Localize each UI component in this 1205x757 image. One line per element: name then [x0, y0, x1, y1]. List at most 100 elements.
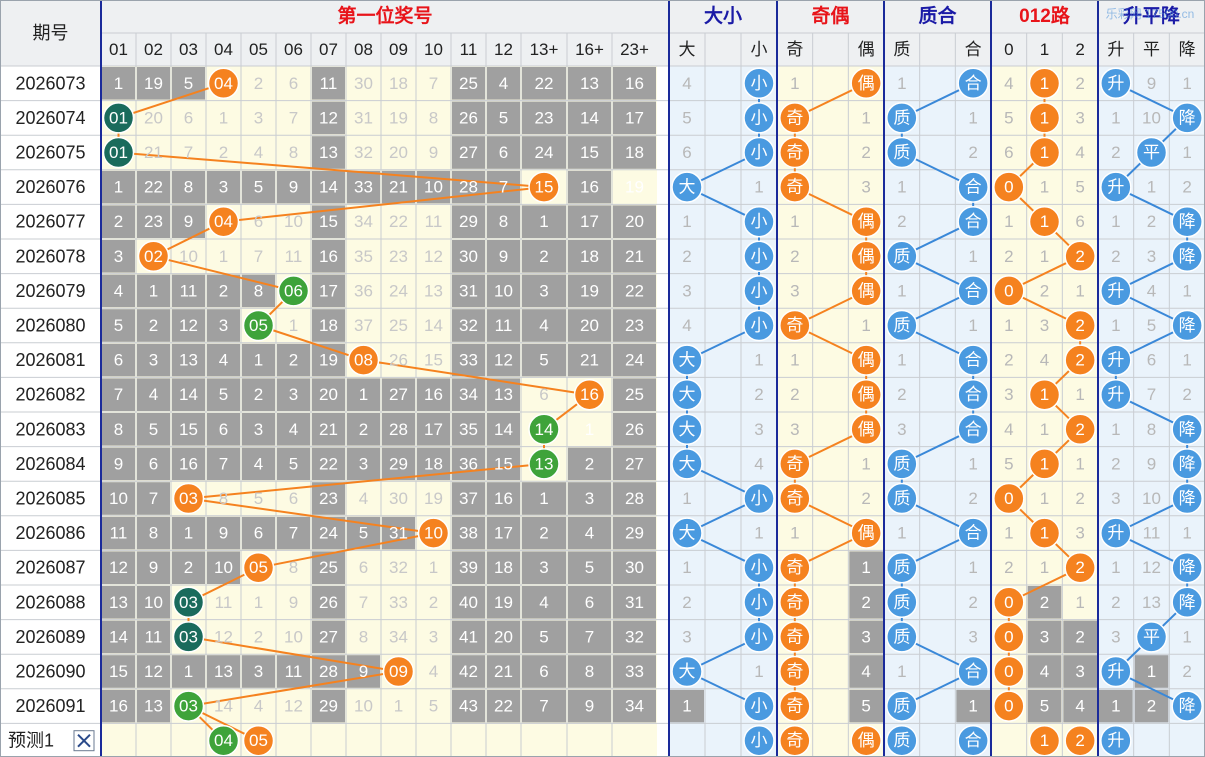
ball-label: 1 — [1040, 731, 1049, 750]
mod-miss-value: 3 — [1075, 524, 1084, 543]
miss-value: 6 — [254, 524, 263, 543]
ball-label: 大 — [679, 662, 696, 681]
miss-value: 5 — [114, 316, 123, 335]
trend-ball: 降 — [1171, 551, 1203, 584]
trend-ball: 升 — [1100, 344, 1132, 376]
mod-miss-value: 2 — [1075, 74, 1084, 93]
miss-value: 23 — [144, 212, 163, 231]
miss-value: 10 — [179, 247, 198, 266]
miss-value: 9 — [359, 662, 368, 681]
miss-value: 8 — [254, 281, 263, 300]
miss-value: 3 — [219, 316, 228, 335]
miss-value: 13 — [424, 281, 443, 300]
number-column-header: 13+ — [530, 40, 559, 59]
miss-value: 21 — [319, 420, 338, 439]
ball-label: 小 — [751, 558, 768, 577]
miss-value: 23 — [319, 489, 338, 508]
mod-miss-value: 1 — [1075, 593, 1084, 612]
ball-label: 合 — [965, 731, 982, 750]
miss-value: 1 — [394, 697, 403, 716]
miss-value: 6 — [289, 74, 298, 93]
trend-ball: 升 — [1100, 275, 1132, 307]
miss-value: 30 — [389, 489, 408, 508]
prime-miss-value: 1 — [897, 74, 906, 93]
miss-value: 4 — [254, 697, 263, 716]
trend-ball: 升 — [1100, 171, 1132, 203]
period-cell: 2026082 — [15, 385, 85, 405]
miss-value: 6 — [289, 489, 298, 508]
miss-value: 7 — [184, 143, 193, 162]
miss-value: 11 — [180, 281, 198, 300]
ball-label: 大 — [679, 524, 696, 543]
period-cell: 2026084 — [15, 454, 85, 474]
miss-value: 3 — [429, 627, 438, 646]
trend-ball: 升 — [1100, 655, 1132, 688]
parity-ball: 奇 — [779, 655, 811, 688]
parity-ball: 偶 — [850, 240, 882, 273]
first-number-ball: 03 — [172, 586, 205, 619]
ball-label: 大 — [679, 454, 696, 473]
size-ball: 小 — [743, 690, 775, 722]
ball-label: 16 — [580, 385, 599, 404]
trend-miss-value: 2 — [1111, 247, 1120, 266]
miss-value: 24 — [535, 143, 554, 162]
miss-value: 39 — [459, 558, 478, 577]
miss-value: 42 — [459, 662, 478, 681]
size-ball: 小 — [743, 586, 775, 619]
miss-value: 19 — [319, 351, 338, 370]
miss-value: 17 — [494, 524, 513, 543]
miss-value: 3 — [254, 108, 263, 127]
mod-miss-value: 1 — [1075, 385, 1084, 404]
miss-value: 21 — [389, 178, 408, 197]
miss-value: 29 — [625, 524, 644, 543]
miss-value: 20 — [580, 316, 599, 335]
trend-ball: 升 — [1100, 517, 1132, 549]
miss-value: 1 — [254, 593, 263, 612]
ball-label: 2 — [1075, 247, 1084, 266]
miss-value: 27 — [459, 143, 478, 162]
miss-value: 5 — [254, 178, 263, 197]
miss-value: 18 — [625, 143, 644, 162]
size-ball: 小 — [743, 102, 775, 134]
miss-value: 33 — [389, 593, 408, 612]
trend-ball: 平 — [1135, 621, 1168, 653]
miss-value: 21 — [494, 662, 513, 681]
ball-label: 质 — [893, 316, 910, 335]
miss-value: 2 — [219, 143, 228, 162]
size-miss-value: 2 — [682, 247, 691, 266]
ball-label: 偶 — [858, 212, 875, 231]
ball-label: 降 — [1179, 489, 1196, 508]
predict-close-button[interactable] — [73, 730, 95, 752]
trend-miss-value: 1 — [1182, 627, 1191, 646]
miss-value: 14 — [319, 178, 338, 197]
first-number-ball: 05 — [242, 309, 275, 342]
first-number-ball: 04 — [207, 67, 240, 100]
trend-miss-value: 1 — [1111, 316, 1120, 335]
miss-value: 10 — [109, 489, 128, 508]
miss-value: 33 — [459, 351, 478, 370]
miss-value: 25 — [319, 558, 338, 577]
miss-value: 26 — [389, 351, 408, 370]
miss-value: 23 — [389, 247, 408, 266]
prime-column-header: 合 — [965, 40, 982, 59]
mod-miss-value: 2 — [1004, 247, 1013, 266]
ball-label: 大 — [679, 351, 696, 370]
size-miss-value: 6 — [682, 143, 691, 162]
ball-label: 0 — [1004, 178, 1013, 197]
parity-miss-value: 2 — [790, 247, 799, 266]
period-cell: 2026090 — [15, 662, 85, 682]
miss-value: 1 — [114, 178, 123, 197]
miss-value: 15 — [580, 143, 599, 162]
parity-ball: 偶 — [850, 67, 882, 100]
ball-label: 降 — [1179, 697, 1196, 716]
mod-miss-value: 3 — [1040, 627, 1049, 646]
miss-value: 27 — [625, 454, 644, 473]
trend-miss-value: 1 — [1182, 524, 1191, 543]
ball-label: 奇 — [786, 662, 803, 681]
miss-value: 25 — [389, 316, 408, 335]
trend-miss-value: 9 — [1147, 454, 1156, 473]
miss-value: 8 — [114, 420, 123, 439]
ball-label: 1 — [1040, 212, 1049, 231]
miss-value: 21 — [144, 143, 163, 162]
miss-value: 4 — [499, 74, 508, 93]
